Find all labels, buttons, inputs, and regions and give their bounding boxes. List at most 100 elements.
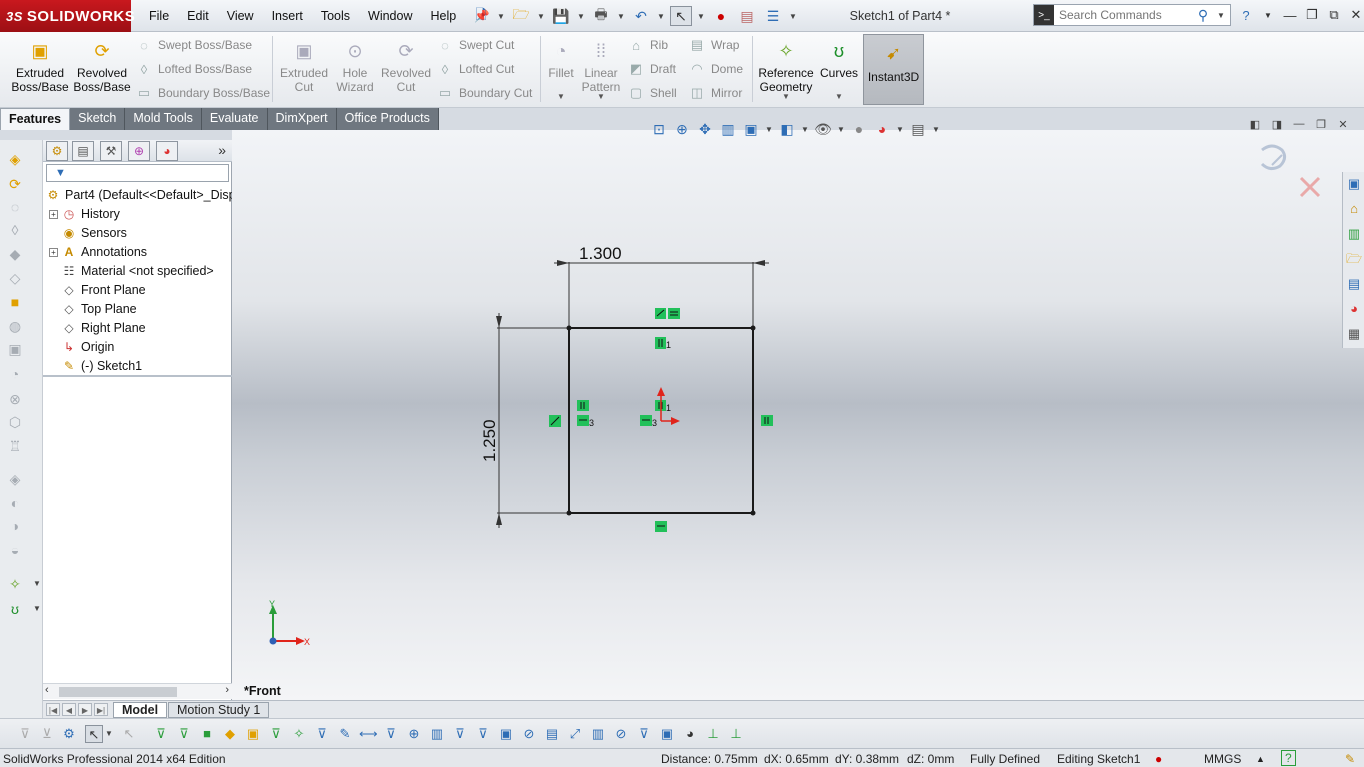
apply-scene-dropdown-icon[interactable]: ▼ — [896, 125, 904, 134]
units-selector[interactable]: MMGS — [1204, 752, 1241, 766]
filter-features-icon[interactable]: ◆ — [221, 725, 239, 743]
rebuild-traffic-light-icon[interactable]: ● — [710, 6, 732, 26]
first-tab-icon[interactable]: |◀ — [46, 703, 60, 716]
solidworks-resources-icon[interactable]: ▣ — [1346, 176, 1362, 192]
appearances-icon[interactable]: ◕ — [1346, 301, 1362, 317]
filter-surface-finish-icon[interactable]: ▣ — [497, 725, 515, 743]
last-tab-icon[interactable]: ▶| — [94, 703, 108, 716]
boundary-boss-button[interactable]: ▭ Boundary Boss/Base — [135, 83, 270, 103]
design-library-icon[interactable]: ▥ — [1346, 226, 1362, 242]
view-settings-icon[interactable]: ▤ — [909, 121, 927, 138]
tab-mold-tools[interactable]: Mold Tools — [125, 108, 202, 130]
tile-icon[interactable]: ⧉ — [1326, 7, 1342, 23]
boundary-cut-button[interactable]: ▭ Boundary Cut — [436, 83, 533, 103]
tab-dimxpert[interactable]: DimXpert — [267, 108, 337, 130]
filter-dimensions-icon[interactable]: ⟷ — [359, 725, 378, 743]
help-dropdown-icon[interactable]: ▼ — [1260, 11, 1276, 20]
swept-boss-button[interactable]: ◌ Swept Boss/Base — [135, 35, 252, 55]
dome-icon[interactable]: ◐ — [6, 494, 24, 512]
notification-icon[interactable]: ✎ — [1345, 752, 1355, 766]
select-dropdown-icon[interactable]: ▼ — [696, 6, 706, 26]
vertical-relation-right[interactable] — [761, 415, 773, 426]
expand-panel-icon[interactable]: » — [218, 142, 226, 158]
filter-blocks-icon[interactable]: ⊘ — [612, 725, 630, 743]
extruded-cut-icon[interactable]: ◆ — [6, 245, 24, 263]
fillet-icon[interactable]: ◔ — [6, 365, 24, 383]
hide-show-dropdown-icon[interactable]: ▼ — [837, 125, 845, 134]
exit-sketch-icon[interactable] — [1260, 144, 1287, 171]
filter-connection-icon[interactable]: ▣ — [658, 725, 676, 743]
extruded-boss-button[interactable]: ▣ Extruded Boss/Base — [10, 40, 70, 94]
tree-item-history[interactable]: + ◷ History — [49, 205, 120, 223]
reference-geometry-dropdown-icon[interactable]: ▼ — [782, 92, 790, 101]
tree-item-sensors[interactable]: ◉ Sensors — [61, 224, 127, 242]
instant3d-button[interactable]: ➹ Instant3D — [863, 34, 924, 105]
rib-icon[interactable]: ♖ — [6, 437, 24, 455]
quick-tips-icon[interactable]: ? — [1281, 750, 1296, 766]
filter-dowel-icon[interactable]: ⊘ — [520, 725, 538, 743]
tab-sketch[interactable]: Sketch — [70, 108, 126, 130]
filter-icon[interactable]: ▼ — [46, 164, 229, 182]
rebuild-indicator-icon[interactable]: ● — [1155, 752, 1162, 766]
custom-properties-icon[interactable]: ▦ — [1346, 326, 1362, 342]
curves-icon[interactable]: ʊ — [6, 600, 24, 618]
scroll-thumb[interactable] — [59, 687, 177, 697]
select-dropdown-icon[interactable]: ▼ — [104, 725, 114, 743]
tree-item-material[interactable]: ☷ Material <not specified> — [61, 262, 214, 280]
viewport-minimize-icon[interactable]: — — [1292, 118, 1306, 131]
wrap-button[interactable]: ▤ Wrap — [688, 35, 740, 55]
file-properties-icon[interactable]: ▤ — [736, 6, 758, 26]
lofted-cut-icon[interactable]: ▣ — [6, 340, 24, 358]
undo-dropdown-icon[interactable]: ▼ — [656, 6, 666, 26]
tab-office-products[interactable]: Office Products — [336, 108, 439, 130]
viewport-close-icon[interactable]: ✕ — [1336, 118, 1350, 131]
menu-window[interactable]: Window — [359, 9, 421, 23]
new-document-icon[interactable]: 🗋 — [470, 6, 492, 26]
curves-dropdown-icon[interactable]: ▼ — [835, 92, 843, 101]
lofted-boss-icon[interactable]: ◊ — [6, 221, 24, 239]
pattern-dropdown-icon[interactable]: ▼ — [597, 92, 605, 101]
undo-icon[interactable]: ↶ — [630, 6, 652, 26]
home-icon[interactable]: ⌂ — [1346, 201, 1362, 217]
filter-edges-icon[interactable]: ⊽ — [175, 725, 193, 743]
shell-button[interactable]: ▢ Shell — [627, 83, 677, 103]
filter-sketch-segments-icon[interactable]: ✎ — [336, 725, 354, 743]
menu-insert[interactable]: Insert — [263, 9, 312, 23]
sketch-point[interactable] — [566, 325, 572, 331]
menu-edit[interactable]: Edit — [178, 9, 218, 23]
configuration-manager-icon[interactable]: ⚒ — [100, 141, 122, 161]
tree-item-origin[interactable]: ↳ Origin — [61, 338, 114, 356]
reference-geometry-button[interactable]: ✧ Reference Geometry — [756, 40, 816, 94]
expand-icon[interactable]: + — [49, 209, 58, 219]
display-style-dropdown-icon[interactable]: ▼ — [801, 125, 809, 134]
filter-icon[interactable]: ⊽ — [16, 725, 34, 743]
view-palette-icon[interactable]: ▤ — [1346, 276, 1362, 292]
dimxpert-manager-icon[interactable]: ⊕ — [128, 141, 150, 161]
tab-evaluate[interactable]: Evaluate — [201, 108, 268, 130]
filter-surfaces-icon[interactable]: ⊽ — [267, 725, 285, 743]
extruded-boss-icon[interactable]: ◈ — [6, 150, 24, 168]
close-icon[interactable]: ✕ — [1348, 7, 1364, 23]
options-icon[interactable]: ☰ — [762, 6, 784, 26]
panel-divider[interactable] — [43, 375, 232, 377]
display-manager-icon[interactable]: ◕ — [156, 141, 178, 161]
lofted-boss-button[interactable]: ◊ Lofted Boss/Base — [135, 59, 252, 79]
swept-boss-icon[interactable]: ◌ — [6, 198, 24, 216]
view-settings-dropdown-icon[interactable]: ▼ — [932, 125, 940, 134]
horizontal-relation-top-inner[interactable]: 1 — [655, 337, 671, 350]
horizontal-relation-bottom[interactable] — [655, 521, 667, 532]
filter-centerline-icon[interactable]: ⤢ — [566, 725, 584, 743]
zoom-to-fit-icon[interactable]: ⊡ — [650, 121, 668, 138]
filter-balloons-icon[interactable]: ⊕ — [405, 725, 423, 743]
filter-bodies-icon[interactable]: ▣ — [244, 725, 262, 743]
menu-file[interactable]: File — [140, 9, 178, 23]
sketch-point[interactable] — [566, 510, 572, 516]
filter-planes-icon[interactable]: ⊽ — [313, 725, 331, 743]
file-explorer-icon[interactable]: 🗁 — [1346, 251, 1362, 267]
search-icon[interactable]: ⚲ — [1194, 7, 1212, 24]
options-dropdown-icon[interactable]: ▼ — [788, 6, 798, 26]
save-dropdown-icon[interactable]: ▼ — [576, 6, 586, 26]
tree-item-top-plane[interactable]: ◇ Top Plane — [61, 300, 136, 318]
hide-show-items-icon[interactable]: 👁 — [814, 121, 832, 138]
draft-icon[interactable]: ◈ — [6, 470, 24, 488]
